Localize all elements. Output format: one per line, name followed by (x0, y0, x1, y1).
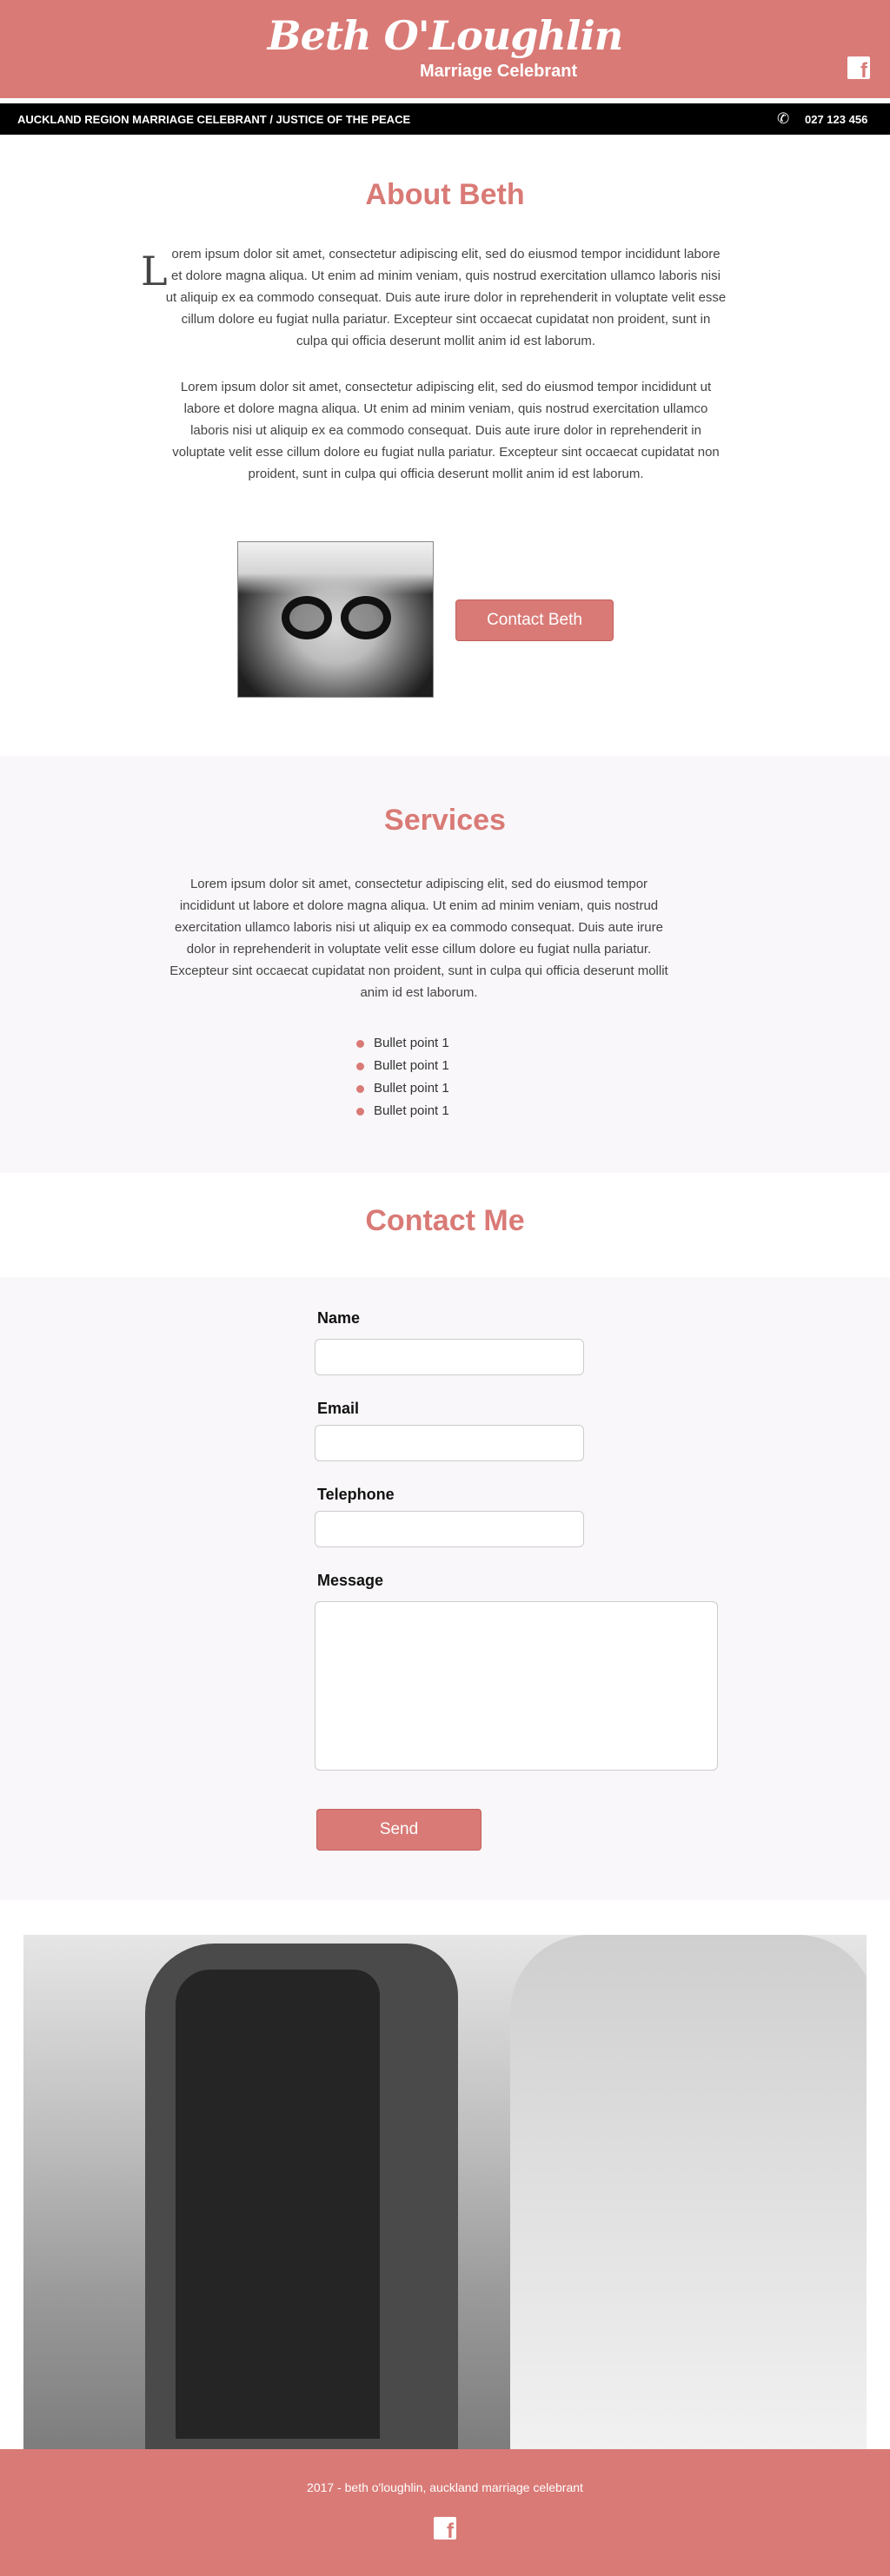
facebook-icon[interactable]: f (434, 2517, 456, 2542)
facebook-icon[interactable]: f (847, 56, 870, 82)
services-title: Services (384, 804, 506, 837)
services-paragraph: Lorem ipsum dolor sit amet, consectetur … (169, 877, 668, 1000)
about-title: About Beth (365, 178, 525, 211)
tagline: AUCKLAND REGION MARRIAGE CELEBRANT / JUS… (17, 113, 411, 126)
about-paragraph-2: Lorem ipsum dolor sit amet, consectetur … (172, 380, 720, 481)
site-header: Beth O'Loughlin Marriage Celebrant f (0, 0, 890, 98)
contact-beth-button[interactable]: Contact Beth (455, 599, 614, 641)
name-input[interactable] (315, 1339, 584, 1375)
list-item: Bullet point 1 (356, 1077, 449, 1100)
email-label: Email (317, 1400, 360, 1417)
info-bar: AUCKLAND REGION MARRIAGE CELEBRANT / JUS… (0, 103, 890, 135)
list-item: Bullet point 1 (356, 1032, 449, 1055)
contact-title: Contact Me (365, 1204, 525, 1237)
site-footer: 2017 - beth o'loughlin, auckland marriag… (0, 2449, 890, 2576)
site-subtitle: Marriage Celebrant (420, 62, 578, 81)
message-textarea[interactable] (315, 1601, 718, 1771)
about-paragraph-1: orem ipsum dolor sit amet, consectetur a… (165, 247, 727, 348)
phone-icon: ✆ (777, 110, 790, 127)
name-label: Name (317, 1309, 361, 1327)
site-title[interactable]: Beth O'Loughlin (0, 12, 890, 59)
list-item: Bullet point 1 (356, 1055, 449, 1077)
email-input[interactable] (315, 1425, 584, 1461)
telephone-label: Telephone (317, 1486, 395, 1503)
wedding-couple-photo (23, 1935, 867, 2449)
services-list: Bullet point 1 Bullet point 1 Bullet poi… (356, 1032, 449, 1122)
send-button[interactable]: Send (316, 1809, 482, 1851)
footer-text: 2017 - beth o'loughlin, auckland marriag… (307, 2480, 583, 2494)
drop-cap: L (141, 248, 168, 295)
phone-number[interactable]: 027 123 456 (805, 113, 867, 126)
message-label: Message (317, 1572, 384, 1589)
telephone-input[interactable] (315, 1511, 584, 1547)
portrait-photo (237, 541, 434, 698)
list-item: Bullet point 1 (356, 1100, 449, 1122)
